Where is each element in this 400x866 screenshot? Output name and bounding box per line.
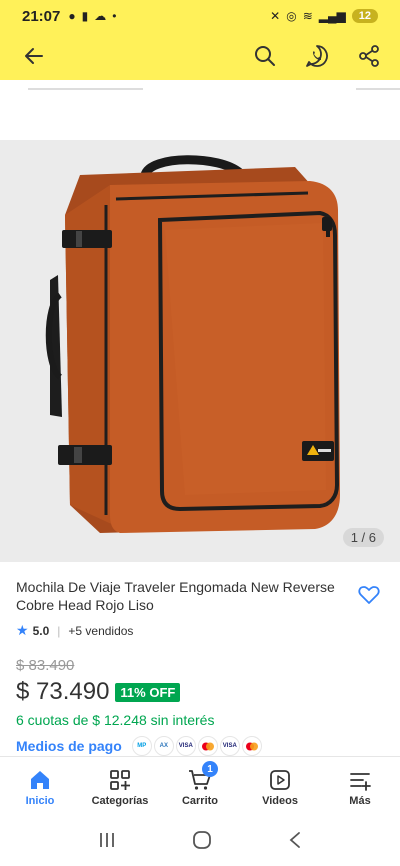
- status-notification-icons: ● ▮ ☁ •: [68, 9, 116, 23]
- cloud-icon: ☁: [94, 9, 107, 23]
- sold-count: +5 vendidos: [68, 623, 134, 638]
- product-info: Mochila De Viaje Traveler Engomada New R…: [0, 562, 400, 756]
- current-price: $ 73.490: [16, 678, 110, 705]
- home-button[interactable]: [192, 830, 212, 855]
- product-image: [45, 155, 340, 533]
- nav-label: Inicio: [25, 794, 55, 807]
- home-icon: [31, 770, 49, 789]
- categories-icon: [110, 769, 130, 790]
- visa-debit-icon: VISA: [219, 736, 240, 756]
- nav-mas[interactable]: Más: [320, 757, 400, 818]
- battery-indicator: 12: [351, 9, 378, 23]
- discount-badge: 11% OFF: [115, 682, 181, 702]
- recents-icon: [100, 832, 114, 847]
- payment-methods-link[interactable]: Medios de pago: [16, 738, 122, 754]
- cart-badge: 1: [202, 761, 218, 777]
- whatsapp-icon: [306, 45, 328, 67]
- bottom-navigation: Inicio Categorías 1 Carrito Videos Más: [0, 756, 400, 818]
- chevron-left-icon: [289, 831, 300, 848]
- whatsapp-button[interactable]: [302, 41, 332, 71]
- more-icon: [350, 772, 371, 791]
- search-button[interactable]: [250, 41, 280, 71]
- image-counter: 1 / 6: [342, 528, 384, 547]
- system-navigation-bar: [0, 818, 400, 866]
- mastercard-debit-icon: [241, 736, 262, 756]
- nav-carrito[interactable]: 1 Carrito: [160, 757, 240, 818]
- signal-icon: ▂▄▆: [318, 9, 346, 23]
- divider: |: [57, 623, 61, 638]
- visa-icon: VISA: [175, 736, 196, 756]
- back-button[interactable]: [16, 38, 52, 74]
- mastercard-icon: [197, 736, 218, 756]
- status-bar: 21:07 ● ▮ ☁ • ✕ ◎ ≋ ▂▄▆ 12: [0, 0, 400, 32]
- hotspot-icon: ◎: [286, 9, 297, 23]
- previous-image-edge: [28, 80, 143, 90]
- product-title: Mochila De Viaje Traveler Engomada New R…: [16, 579, 335, 613]
- recents-button[interactable]: [98, 832, 116, 853]
- nav-categorias[interactable]: Categorías: [80, 757, 160, 818]
- nav-label: Carrito: [181, 794, 219, 807]
- status-time: 21:07: [22, 7, 61, 25]
- arrow-left-icon: [25, 48, 43, 64]
- nav-label: Más: [349, 794, 371, 807]
- product-gallery[interactable]: 1 / 6: [0, 80, 400, 562]
- share-button[interactable]: [354, 41, 384, 71]
- mercadopago-icon: MP: [131, 736, 152, 756]
- rating-row[interactable]: ★ 5.0 | +5 vendidos: [16, 622, 384, 639]
- system-back-button[interactable]: [288, 831, 302, 854]
- status-system-icons: ✕ ◎ ≋ ▂▄▆ 12: [270, 9, 378, 23]
- original-price: $ 83.490: [16, 657, 75, 674]
- gallery-top-strip: [0, 80, 400, 140]
- app-bar: [0, 32, 400, 80]
- globe-icon: ●: [68, 9, 76, 23]
- mute-icon: ✕: [270, 9, 281, 23]
- heart-icon: [358, 586, 380, 604]
- video-icon: [270, 769, 290, 790]
- star-icon: ★: [16, 622, 29, 638]
- nav-label: Categorías: [91, 794, 149, 807]
- dot-icon: •: [112, 9, 117, 23]
- home-circle-icon: [193, 830, 211, 849]
- favorite-button[interactable]: [354, 580, 384, 610]
- nav-label: Videos: [262, 794, 298, 807]
- search-icon: [255, 46, 275, 66]
- nav-inicio[interactable]: Inicio: [0, 757, 80, 818]
- share-icon: [359, 45, 379, 67]
- next-image-edge: [356, 80, 400, 90]
- wifi-icon: ≋: [302, 9, 313, 23]
- sim-icon: ▮: [81, 9, 89, 23]
- nav-videos[interactable]: Videos: [240, 757, 320, 818]
- amex-icon: AX: [153, 736, 174, 756]
- rating-value: 5.0: [32, 623, 50, 638]
- installments-text: 6 cuotas de $ 12.248 sin interés: [16, 712, 215, 728]
